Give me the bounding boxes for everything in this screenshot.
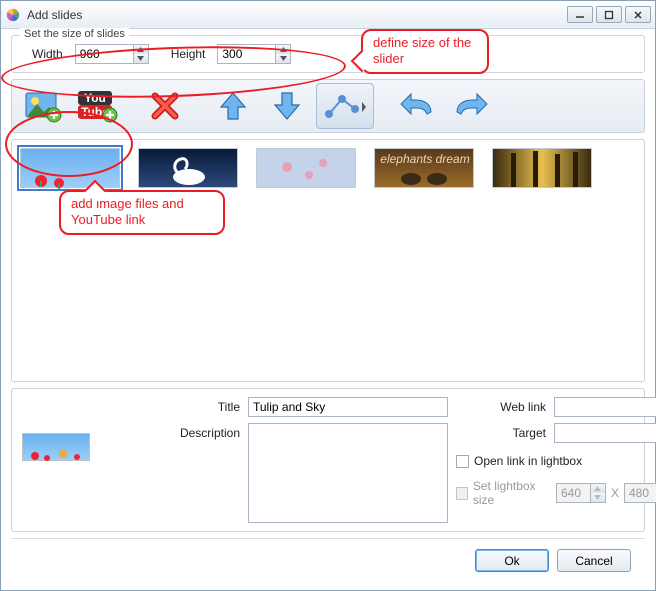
weblink-input[interactable] <box>554 397 656 417</box>
width-down[interactable] <box>134 54 148 63</box>
thumb-clouds-pattern[interactable] <box>256 148 356 188</box>
toolbar: YouTube <box>11 79 645 133</box>
content: define size of the slider add image file… <box>1 29 655 590</box>
move-up-button[interactable] <box>208 83 258 129</box>
lightbox-w-input <box>556 483 590 503</box>
lightbox-h-input <box>624 483 656 503</box>
lightbox-size-label: Set lightbox size <box>473 479 551 507</box>
window-buttons <box>567 6 651 23</box>
open-lightbox-row[interactable]: Open link in lightbox <box>456 454 656 468</box>
open-lightbox-label: Open link in lightbox <box>474 454 582 468</box>
size-legend: Set the size of slides <box>20 28 129 40</box>
title-label: Title <box>168 397 240 414</box>
window-title: Add slides <box>27 8 567 22</box>
minimize-button[interactable] <box>567 6 593 23</box>
ok-button[interactable]: Ok <box>475 549 549 572</box>
detail-panel: Title Web link Description Target Open l… <box>11 388 645 532</box>
undo-button[interactable] <box>392 83 442 129</box>
window: Add slides define size of the slider add… <box>0 0 656 591</box>
title-input[interactable] <box>248 397 448 417</box>
transitions-button[interactable] <box>316 83 374 129</box>
thumbnails-panel[interactable]: elephants dream <box>11 139 645 382</box>
lightbox-h-spinner <box>624 483 656 503</box>
annotation-callout-size: define size of the slider <box>361 29 489 74</box>
description-label: Description <box>168 423 240 440</box>
move-down-button[interactable] <box>262 83 312 129</box>
delete-button[interactable] <box>140 83 190 129</box>
annotation-callout-add: add image files and YouTube link <box>59 190 225 235</box>
width-label: Width <box>32 47 63 61</box>
height-input[interactable] <box>217 44 275 64</box>
detail-form: Title Web link Description Target Open l… <box>168 397 656 523</box>
open-lightbox-checkbox[interactable] <box>456 455 469 468</box>
description-textarea[interactable] <box>248 423 448 523</box>
thumb-swan[interactable] <box>138 148 238 188</box>
cancel-button[interactable]: Cancel <box>557 549 631 572</box>
target-label: Target <box>456 423 546 440</box>
weblink-label: Web link <box>456 397 546 414</box>
width-up[interactable] <box>134 45 148 54</box>
close-button[interactable] <box>625 6 651 23</box>
lightbox-size-row: Set lightbox size X <box>456 479 656 507</box>
add-image-button[interactable] <box>18 83 68 129</box>
thumb-forest-light[interactable] <box>492 148 592 188</box>
width-input[interactable] <box>75 44 133 64</box>
app-icon <box>5 7 21 23</box>
add-youtube-button[interactable]: YouTube <box>72 83 122 129</box>
detail-thumb <box>22 433 90 461</box>
target-combo[interactable] <box>554 423 656 443</box>
thumb-elephants-dream[interactable]: elephants dream <box>374 148 474 188</box>
svg-text:You: You <box>84 91 106 105</box>
lightbox-size-checkbox <box>456 487 468 500</box>
size-panel: Set the size of slides Width Height <box>11 35 645 73</box>
maximize-button[interactable] <box>596 6 622 23</box>
thumb-tulip-and-sky[interactable] <box>20 148 120 188</box>
titlebar: Add slides <box>1 1 655 29</box>
footer: Ok Cancel <box>11 538 645 582</box>
height-up[interactable] <box>276 45 290 54</box>
lightbox-w-spinner <box>556 483 606 503</box>
height-label: Height <box>171 47 206 61</box>
lightbox-x-sep: X <box>611 486 619 500</box>
height-down[interactable] <box>276 54 290 63</box>
width-spinner[interactable] <box>75 44 149 64</box>
height-spinner[interactable] <box>217 44 291 64</box>
redo-button[interactable] <box>446 83 496 129</box>
svg-text:elephants dream: elephants dream <box>380 152 469 166</box>
detail-preview-col <box>22 397 162 523</box>
